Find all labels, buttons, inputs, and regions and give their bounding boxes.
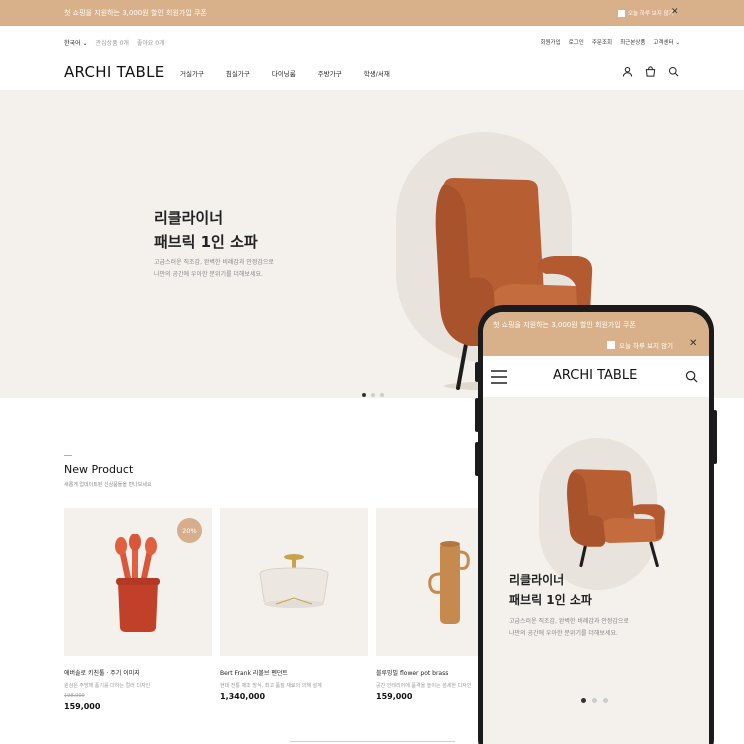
menu-dining[interactable]: 다이닝룸: [272, 68, 296, 78]
mobile-hero-banner[interactable]: 리클라이너 패브릭 1인 소파 고급스러운 직조감, 완벽한 비례감과 안정감으…: [483, 398, 709, 744]
section-accent-line: [64, 455, 72, 456]
mobile-hide-today-checkbox[interactable]: 오늘 하루 보지 않기: [607, 340, 673, 350]
product-image[interactable]: [220, 508, 368, 656]
slide-dot-2[interactable]: [592, 698, 597, 703]
product-desc: 원심은 주방에 품기를 더하는 컬러 디자인: [64, 683, 151, 689]
hero-title: 리클라이너 패브릭 1인 소파: [154, 209, 258, 251]
search-icon[interactable]: [668, 66, 679, 77]
main-nav: ARCHI TABLE 거실가구 침실가구 다이닝룸 주방가구 학생/서재: [0, 56, 744, 90]
mobile-slide-dots: [581, 698, 608, 703]
mobile-hero-title: 리클라이너 패브릭 1인 소파: [509, 573, 592, 607]
user-icon[interactable]: [622, 66, 633, 77]
recent-link[interactable]: 관심상품 0개: [96, 38, 129, 47]
cart-icon[interactable]: [645, 66, 656, 77]
promo-text[interactable]: 첫 쇼핑을 지원하는 3,000원 할인 회원가입 쿠폰: [64, 8, 207, 18]
hide-today-checkbox[interactable]: 오늘 하루 보지 않기: [618, 9, 674, 17]
mobile-promo-text[interactable]: 첫 쇼핑을 지원하는 3,000원 할인 회원가입 쿠폰: [493, 320, 636, 330]
language-select[interactable]: 한국어 ⌄: [64, 38, 88, 47]
mobile-header: ARCHI TABLE: [483, 356, 709, 398]
armchair-image: [567, 469, 665, 568]
site-logo[interactable]: ARCHI TABLE: [64, 63, 165, 81]
mobile-logo[interactable]: ARCHI TABLE: [553, 368, 637, 383]
checkbox-icon[interactable]: [618, 9, 625, 17]
section-subtitle: 새롭게 업데이트된 신상품들을 만나보세요: [64, 482, 152, 488]
mobile-hide-today-label: 오늘 하루 보지 않기: [619, 342, 674, 350]
product-price: 1,340,000: [220, 692, 266, 701]
hide-today-label: 오늘 하루 보지 않기: [628, 11, 674, 17]
product-image[interactable]: 20%: [64, 508, 212, 656]
signup-link[interactable]: 회원가입: [540, 38, 560, 46]
product-price: 159,000: [64, 702, 101, 711]
wishlist-link[interactable]: 좋아요 0개: [137, 38, 165, 47]
product-card[interactable]: Bert Frank 리볼브 펜던트 현대 전통 제조 방식, 최고 품질 재료…: [220, 508, 368, 701]
product-name[interactable]: 에버솔로 키친툴 · 주기 이미지: [64, 668, 212, 677]
mobile-screen: 첫 쇼핑을 지원하는 3,000원 할인 회원가입 쿠폰 오늘 하루 보지 않기…: [483, 312, 709, 744]
order-lookup-link[interactable]: 주문조회: [592, 38, 612, 46]
menu-kitchen[interactable]: 주방가구: [318, 68, 342, 78]
slide-dot-2[interactable]: [371, 393, 375, 397]
search-icon[interactable]: [685, 370, 698, 383]
customer-center-link[interactable]: 고객센터 ⌄: [653, 38, 680, 46]
mobile-promo-bar: 첫 쇼핑을 지원하는 3,000원 할인 회원가입 쿠폰 오늘 하루 보지 않기…: [483, 312, 709, 356]
discount-badge: 20%: [177, 518, 202, 543]
close-icon[interactable]: ✕: [671, 7, 679, 17]
utility-bar: 한국어 ⌄ 관심상품 0개 좋아요 0개 회원가입 로그인 주문조회 최근본상품…: [0, 26, 744, 56]
slide-dot-1[interactable]: [581, 698, 586, 703]
pendant-lamp-image: [259, 554, 329, 608]
close-icon[interactable]: ✕: [689, 338, 697, 349]
mobile-hero-description: 고급스러운 직조감, 완벽한 비례감과 안정감으로 나만의 공간에 우아한 분위…: [509, 618, 629, 637]
chevron-down-icon: ⌄: [675, 40, 680, 46]
chevron-down-icon: ⌄: [82, 40, 88, 47]
product-desc: 현대 전통 제조 방식, 최고 품질 재료의 의해 설계: [220, 683, 322, 689]
promo-bar: 첫 쇼핑을 지원하는 3,000원 할인 회원가입 쿠폰 오늘 하루 보지 않기…: [0, 0, 744, 26]
hamburger-icon[interactable]: [491, 370, 507, 384]
menu-living[interactable]: 거실가구: [180, 68, 204, 78]
product-card[interactable]: 20% 에버솔로 키친툴 · 주기 이미지 원심은 주방에 품기를 더하는 컬러…: [64, 508, 212, 711]
checkbox-icon[interactable]: [607, 341, 615, 349]
product-old-price: 198,000: [64, 693, 85, 699]
product-name[interactable]: Bert Frank 리볼브 펜던트: [220, 668, 368, 677]
flower-pot-image: [428, 541, 470, 624]
hero-description: 고급스러운 직조감, 완벽한 비례감과 안정감으로 나만의 공간에 우아한 분위…: [154, 259, 274, 278]
section-title: New Product: [64, 463, 134, 476]
login-link[interactable]: 로그인: [569, 38, 584, 46]
kitchen-tool-image: [115, 534, 160, 632]
slide-dot-3[interactable]: [380, 393, 384, 397]
bottom-divider: [290, 741, 455, 742]
recent-viewed-link[interactable]: 최근본상품: [620, 38, 645, 46]
slide-dots: [362, 393, 384, 397]
slide-dot-1[interactable]: [362, 393, 366, 397]
menu-study[interactable]: 학생/서재: [364, 68, 390, 78]
menu-bedroom[interactable]: 침실가구: [226, 68, 250, 78]
slide-dot-3[interactable]: [603, 698, 608, 703]
